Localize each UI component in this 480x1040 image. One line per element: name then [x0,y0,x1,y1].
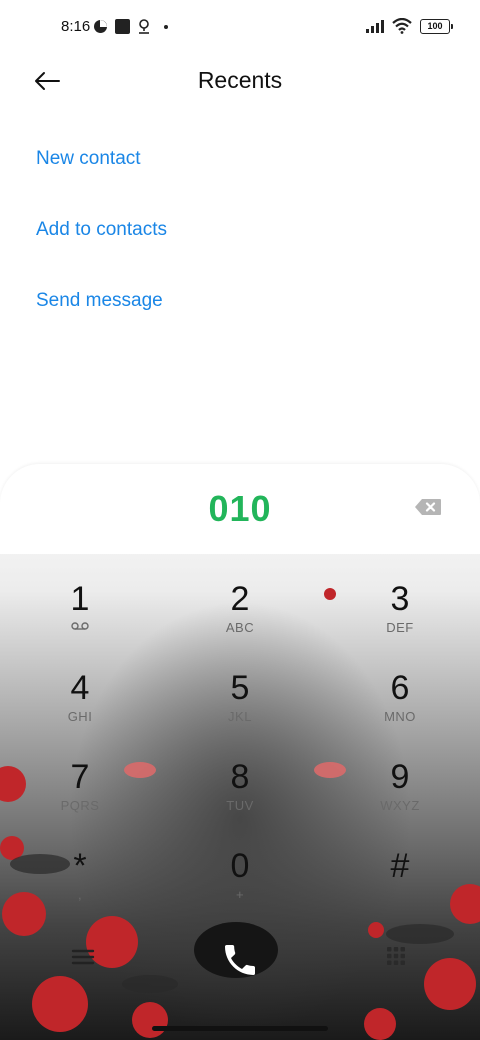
key-digit: 7 [70,758,90,796]
dot-icon [164,24,168,29]
keypad-grid-icon[interactable] [386,946,406,966]
key-letters: ABC [225,620,255,635]
status-bar: 8:16 100 [0,0,480,56]
battery-icon: 100 [420,18,453,34]
number-display-area: 010 [0,464,480,554]
key-digit: 5 [230,669,250,707]
page-title: Recents [197,67,283,93]
key-digit: 1 [70,580,90,618]
phone-icon [225,945,255,975]
key-digit: 6 [390,669,410,707]
key-digit: 2 [230,580,250,618]
status-icons-left [94,19,168,34]
wifi-icon [392,18,412,34]
key-digit: 8 [230,758,250,796]
status-time: 8:16 [61,18,91,35]
signal-icon [366,19,384,33]
key-digit: * [73,847,87,885]
new-contact-link[interactable]: New contact [36,148,141,170]
key-6[interactable]: 6 MNO [340,659,460,739]
dark-mode-icon [94,20,107,33]
location-icon [139,19,149,34]
key-hash[interactable]: # [340,837,460,917]
key-letters: , [77,887,83,902]
key-5[interactable]: 5 JKL [180,659,300,739]
key-8[interactable]: 8 TUV [180,748,300,828]
key-digit: 4 [70,669,90,707]
key-star[interactable]: * , [20,837,140,917]
key-0[interactable]: 0 + [180,837,300,917]
menu-icon[interactable] [70,946,96,968]
square-icon [115,19,130,34]
key-letters: WXYZ [380,798,420,813]
key-1[interactable]: 1 [20,570,140,650]
key-letters: DEF [386,620,414,635]
home-indicator[interactable] [152,1026,328,1031]
send-message-link[interactable]: Send message [36,290,163,312]
key-letters: + [235,887,245,902]
call-button[interactable] [192,920,288,1000]
key-digit: 9 [390,758,410,796]
dialer-panel: 010 1 2 ABC 3 DEF 4 GHI 5 JKL 6 MNO 7 PQ… [0,464,480,1040]
key-letters: TUV [226,798,254,813]
add-to-contacts-link[interactable]: Add to contacts [36,219,167,241]
key-9[interactable]: 9 WXYZ [340,748,460,828]
key-digit: # [390,847,410,885]
dialed-number: 010 [208,488,272,529]
key-3[interactable]: 3 DEF [340,570,460,650]
voicemail-icon [71,622,89,630]
key-digit: 3 [390,580,410,618]
key-digit: 0 [230,847,250,885]
backspace-icon[interactable] [414,498,442,516]
key-2[interactable]: 2 ABC [180,570,300,650]
key-letters: PQRS [60,798,100,813]
key-letters: MNO [384,709,416,724]
key-7[interactable]: 7 PQRS [20,748,140,828]
key-4[interactable]: 4 GHI [20,659,140,739]
status-icons-right: 100 [366,18,453,34]
key-letters: JKL [228,709,252,724]
key-letters: GHI [67,709,93,724]
